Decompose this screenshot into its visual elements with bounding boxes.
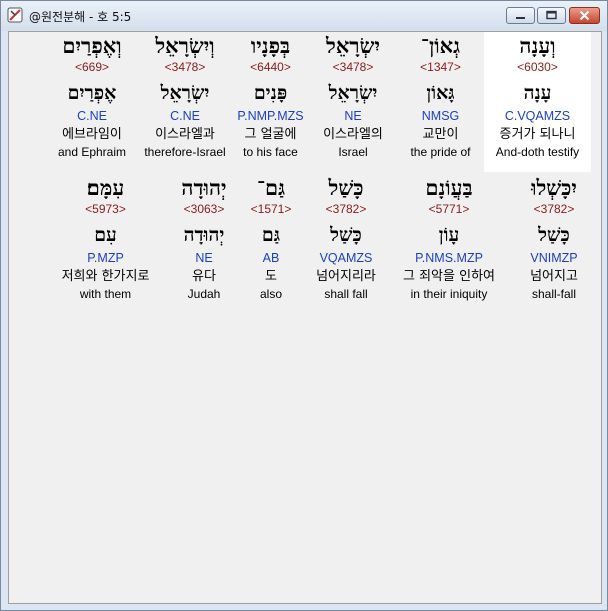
lemma: כָּשַׁל: [330, 224, 362, 246]
hebrew-word: וְיִשְׂרָאֵל: [155, 33, 215, 58]
morph-code[interactable]: NMSG: [397, 108, 484, 125]
word-cell[interactable]: כָּשַׁל <3782> כָּשַׁל VQAMZS 넘어지리라 shal…: [301, 174, 391, 314]
lemma: יְהוּדָה: [183, 224, 225, 246]
morph-code[interactable]: C.VQAMZS: [484, 108, 591, 125]
verse-analysis-panel: וְעָנָה <6030> עָנָה C.VQAMZS 증거가 되나니 An…: [8, 31, 602, 604]
korean-gloss: 유다: [192, 269, 216, 284]
english-gloss: shall fall: [324, 287, 368, 301]
english-gloss: in their iniquity: [410, 287, 488, 301]
word-cell[interactable]: בְּפָנָיו <6440> פָּנִים P.NMP.MZS 그 얼굴에…: [232, 32, 309, 172]
korean-gloss: 그 죄악을 인하여: [403, 269, 495, 284]
word-cell[interactable]: גַּם־ <1571> גַּם AB 도 also: [241, 174, 301, 314]
strong-number[interactable]: <5771>: [391, 202, 507, 217]
word-cell[interactable]: וְעָנָה <6030> עָנָה C.VQAMZS 증거가 되나니 An…: [484, 32, 591, 172]
lemma: גָּאוֹן: [426, 82, 455, 104]
word-cell[interactable]: יִכָּשְׁלוּ <3782> כָּשַׁל VNIMZP 넘어지고 s…: [507, 174, 601, 314]
strong-number[interactable]: <669>: [46, 60, 138, 75]
lemma: עָנָה: [523, 82, 552, 104]
morph-code[interactable]: P.NMS.MZP: [391, 250, 507, 267]
hebrew-word: יְהוּדָה: [181, 175, 227, 200]
strong-number[interactable]: <3782>: [301, 202, 391, 217]
english-gloss: with them: [79, 287, 132, 301]
korean-gloss: 그 얼굴에: [244, 127, 297, 142]
hebrew-word: גַּם־: [256, 175, 286, 200]
maximize-icon: [546, 10, 557, 20]
korean-gloss: 교만이: [422, 127, 459, 142]
minimize-button[interactable]: [506, 7, 535, 24]
english-gloss: to his face: [243, 145, 298, 159]
close-button[interactable]: [569, 7, 600, 24]
lemma: עִם: [94, 224, 117, 246]
korean-gloss: 이스라엘의: [323, 127, 383, 142]
word-cell[interactable]: יְהוּדָה <3063> יְהוּדָה NE 유다 Judah: [167, 174, 241, 314]
morph-code[interactable]: NE: [167, 250, 241, 267]
strong-number[interactable]: <1347>: [397, 60, 484, 75]
lemma: כָּשַׁל: [538, 224, 570, 246]
word-cell[interactable]: וְאֶפְרַיִם <669> אֶפְרַיִם C.NE 에브라임이 a…: [46, 32, 138, 172]
strong-number[interactable]: <6440>: [232, 60, 309, 75]
korean-gloss: 도: [265, 269, 277, 284]
lemma: פָּנִים: [253, 82, 288, 104]
korean-gloss: 넘어지리라: [316, 269, 376, 284]
strong-number[interactable]: <3782>: [507, 202, 601, 217]
word-cell[interactable]: עִמָּם׃ <5973> עִם P.MZP 저희와 한가지로 with t…: [44, 174, 167, 314]
morph-code[interactable]: P.NMP.MZS: [232, 108, 309, 125]
english-gloss: the pride of: [410, 145, 471, 159]
strong-number[interactable]: <6030>: [484, 60, 591, 75]
korean-gloss: 에브라임이: [62, 127, 122, 142]
english-gloss: therefore-Israel: [144, 145, 226, 159]
lemma: יִשְׂרָאֵל: [160, 82, 210, 104]
minimize-icon: [516, 17, 525, 19]
english-gloss: Israel: [338, 145, 368, 159]
morph-code[interactable]: AB: [241, 250, 301, 267]
morph-code[interactable]: VQAMZS: [301, 250, 391, 267]
strong-number[interactable]: <3478>: [138, 60, 232, 75]
hebrew-word: יִכָּשְׁלוּ: [531, 175, 577, 200]
morph-code[interactable]: C.NE: [138, 108, 232, 125]
window-title: @원전분해 - 호 5:5: [29, 10, 132, 24]
word-cell[interactable]: וְיִשְׂרָאֵל <3478> יִשְׂרָאֵל C.NE 이스라엘…: [138, 32, 232, 172]
title-bar[interactable]: @원전분해 - 호 5:5: [1, 1, 607, 31]
english-gloss: Judah: [187, 287, 221, 301]
strong-number[interactable]: <1571>: [241, 202, 301, 217]
word-cell[interactable]: גְאוֹן־ <1347> גָּאוֹן NMSG 교만이 the prid…: [397, 32, 484, 172]
morph-code[interactable]: P.MZP: [44, 250, 167, 267]
korean-gloss: 이스라엘과: [155, 127, 215, 142]
hebrew-word: עִמָּם׃: [86, 175, 125, 200]
close-icon: [579, 10, 590, 21]
maximize-button[interactable]: [537, 7, 566, 24]
hebrew-word: כָּשַׁל: [328, 175, 364, 200]
app-icon: [7, 7, 23, 23]
korean-gloss: 넘어지고: [530, 269, 578, 284]
lemma: אֶפְרַיִם: [67, 82, 117, 104]
lemma: עָוֹן: [438, 224, 460, 246]
strong-number[interactable]: <5973>: [44, 202, 167, 217]
hebrew-word: בְּפָנָיו: [250, 33, 291, 58]
english-gloss: And-doth testify: [495, 145, 580, 159]
strong-number[interactable]: <3478>: [309, 60, 397, 75]
word-cell[interactable]: בַּעֲוֹנָם <5771> עָוֹן P.NMS.MZP 그 죄악을 …: [391, 174, 507, 314]
strong-number[interactable]: <3063>: [167, 202, 241, 217]
lemma: גַּם: [261, 224, 281, 246]
korean-gloss: 저희와 한가지로: [61, 269, 150, 284]
lemma: יִשְׂרָאֵל: [328, 82, 378, 104]
app-window: @원전분해 - 호 5:5 וְעָנָה <6030> עָנָה C.VQA…: [0, 0, 608, 611]
hebrew-word: וְעָנָה: [519, 33, 556, 58]
morph-code[interactable]: C.NE: [46, 108, 138, 125]
word-cell[interactable]: יִשְׂרָאֵל <3478> יִשְׂרָאֵל NE 이스라엘의 Is…: [309, 32, 397, 172]
hebrew-word: גְאוֹן־: [420, 33, 461, 58]
english-gloss: also: [259, 287, 282, 301]
morph-code[interactable]: VNIMZP: [507, 250, 601, 267]
english-gloss: shall-fall: [531, 287, 576, 301]
korean-gloss: 증거가 되나니: [499, 127, 576, 142]
hebrew-word: יִשְׂרָאֵל: [326, 33, 380, 58]
hebrew-word: בַּעֲוֹנָם: [425, 175, 473, 200]
morph-code[interactable]: NE: [309, 108, 397, 125]
hebrew-word: וְאֶפְרַיִם: [62, 33, 122, 58]
english-gloss: and Ephraim: [57, 145, 127, 159]
